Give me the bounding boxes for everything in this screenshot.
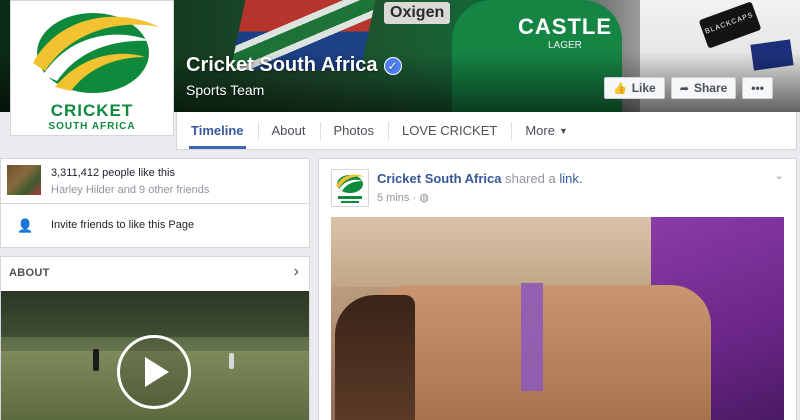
post-timestamp[interactable]: 5 mins · ◍ [377, 191, 429, 204]
page-category: Sports Team [186, 82, 265, 98]
video-player-figure [229, 353, 234, 369]
jersey-sub: LAGER [548, 40, 582, 51]
video-player-figure [93, 349, 99, 371]
friend-thumbnail[interactable] [7, 165, 41, 195]
csa-logo-icon [336, 174, 365, 203]
logo-text-cricket: CRICKET [50, 101, 134, 120]
play-icon [145, 357, 169, 387]
csa-logo-icon [33, 13, 159, 93]
profile-logo: CRICKET SOUTH AFRICA [15, 5, 169, 132]
tab-timeline[interactable]: Timeline [177, 112, 258, 149]
likes-card: 3,311,412 people like this Harley Hilder… [0, 158, 310, 204]
profile-picture[interactable]: CRICKET SOUTH AFRICA [10, 0, 174, 136]
tab-love-cricket[interactable]: LOVE CRICKET [387, 112, 511, 149]
video-trees [1, 291, 309, 337]
page-nav: Timeline About Photos LOVE CRICKET More … [176, 112, 797, 150]
share-button[interactable]: ➦ Share [670, 77, 737, 99]
post-options-chevron-icon[interactable]: ⌄ [775, 169, 784, 182]
like-button[interactable]: 👍 Like [604, 77, 665, 99]
feed-post: Cricket South Africa shared a link. 5 mi… [318, 158, 797, 420]
post-image[interactable] [331, 217, 784, 420]
play-button[interactable] [117, 335, 191, 409]
verified-badge-icon: ✓ [383, 56, 402, 75]
jersey-brand: CASTLE [518, 14, 612, 39]
censor-blur [521, 283, 543, 391]
about-card: ABOUT › [0, 256, 310, 420]
tab-more-label: More [525, 123, 555, 138]
globe-icon: ◍ [419, 192, 429, 204]
post-author-avatar[interactable] [331, 169, 369, 207]
more-options-icon: ••• [751, 81, 764, 95]
page-title[interactable]: Cricket South Africa ✓ [186, 54, 402, 77]
tab-photos[interactable]: Photos [319, 112, 388, 149]
logo-text-south-africa: SOUTH AFRICA [48, 121, 136, 132]
friends-like[interactable]: Harley Hilder and 9 other friends [51, 184, 209, 196]
thumbs-up-icon: 👍 [613, 82, 627, 95]
invite-friends-link[interactable]: Invite friends to like this Page [51, 219, 194, 231]
about-video[interactable] [1, 291, 309, 420]
image-hair [335, 295, 415, 420]
tab-more[interactable]: More ▼ [511, 112, 582, 149]
caret-down-icon: ▼ [558, 125, 568, 136]
likes-count[interactable]: 3,311,412 people like this [51, 167, 175, 179]
page-title-text: Cricket South Africa [186, 54, 378, 76]
post-link[interactable]: link. [559, 171, 582, 186]
about-header[interactable]: ABOUT [9, 267, 50, 279]
more-options-button[interactable]: ••• [742, 77, 773, 99]
post-header: Cricket South Africa shared a link. [377, 171, 582, 186]
page-actions: 👍 Like ➦ Share ••• [604, 77, 773, 99]
post-time: 5 mins · [377, 192, 420, 204]
like-button-label: Like [631, 81, 656, 95]
tab-about[interactable]: About [257, 112, 320, 149]
share-arrow-icon: ➦ [679, 82, 689, 95]
cover-sponsor-text: Oxigen [384, 2, 451, 24]
chevron-right-icon[interactable]: › [294, 263, 299, 281]
person-icon: 👤 [17, 218, 34, 233]
post-action-text: shared a [505, 171, 556, 186]
share-button-label: Share [693, 81, 728, 95]
invite-card[interactable]: 👤 Invite friends to like this Page [0, 204, 310, 248]
post-author-link[interactable]: Cricket South Africa [377, 171, 502, 186]
